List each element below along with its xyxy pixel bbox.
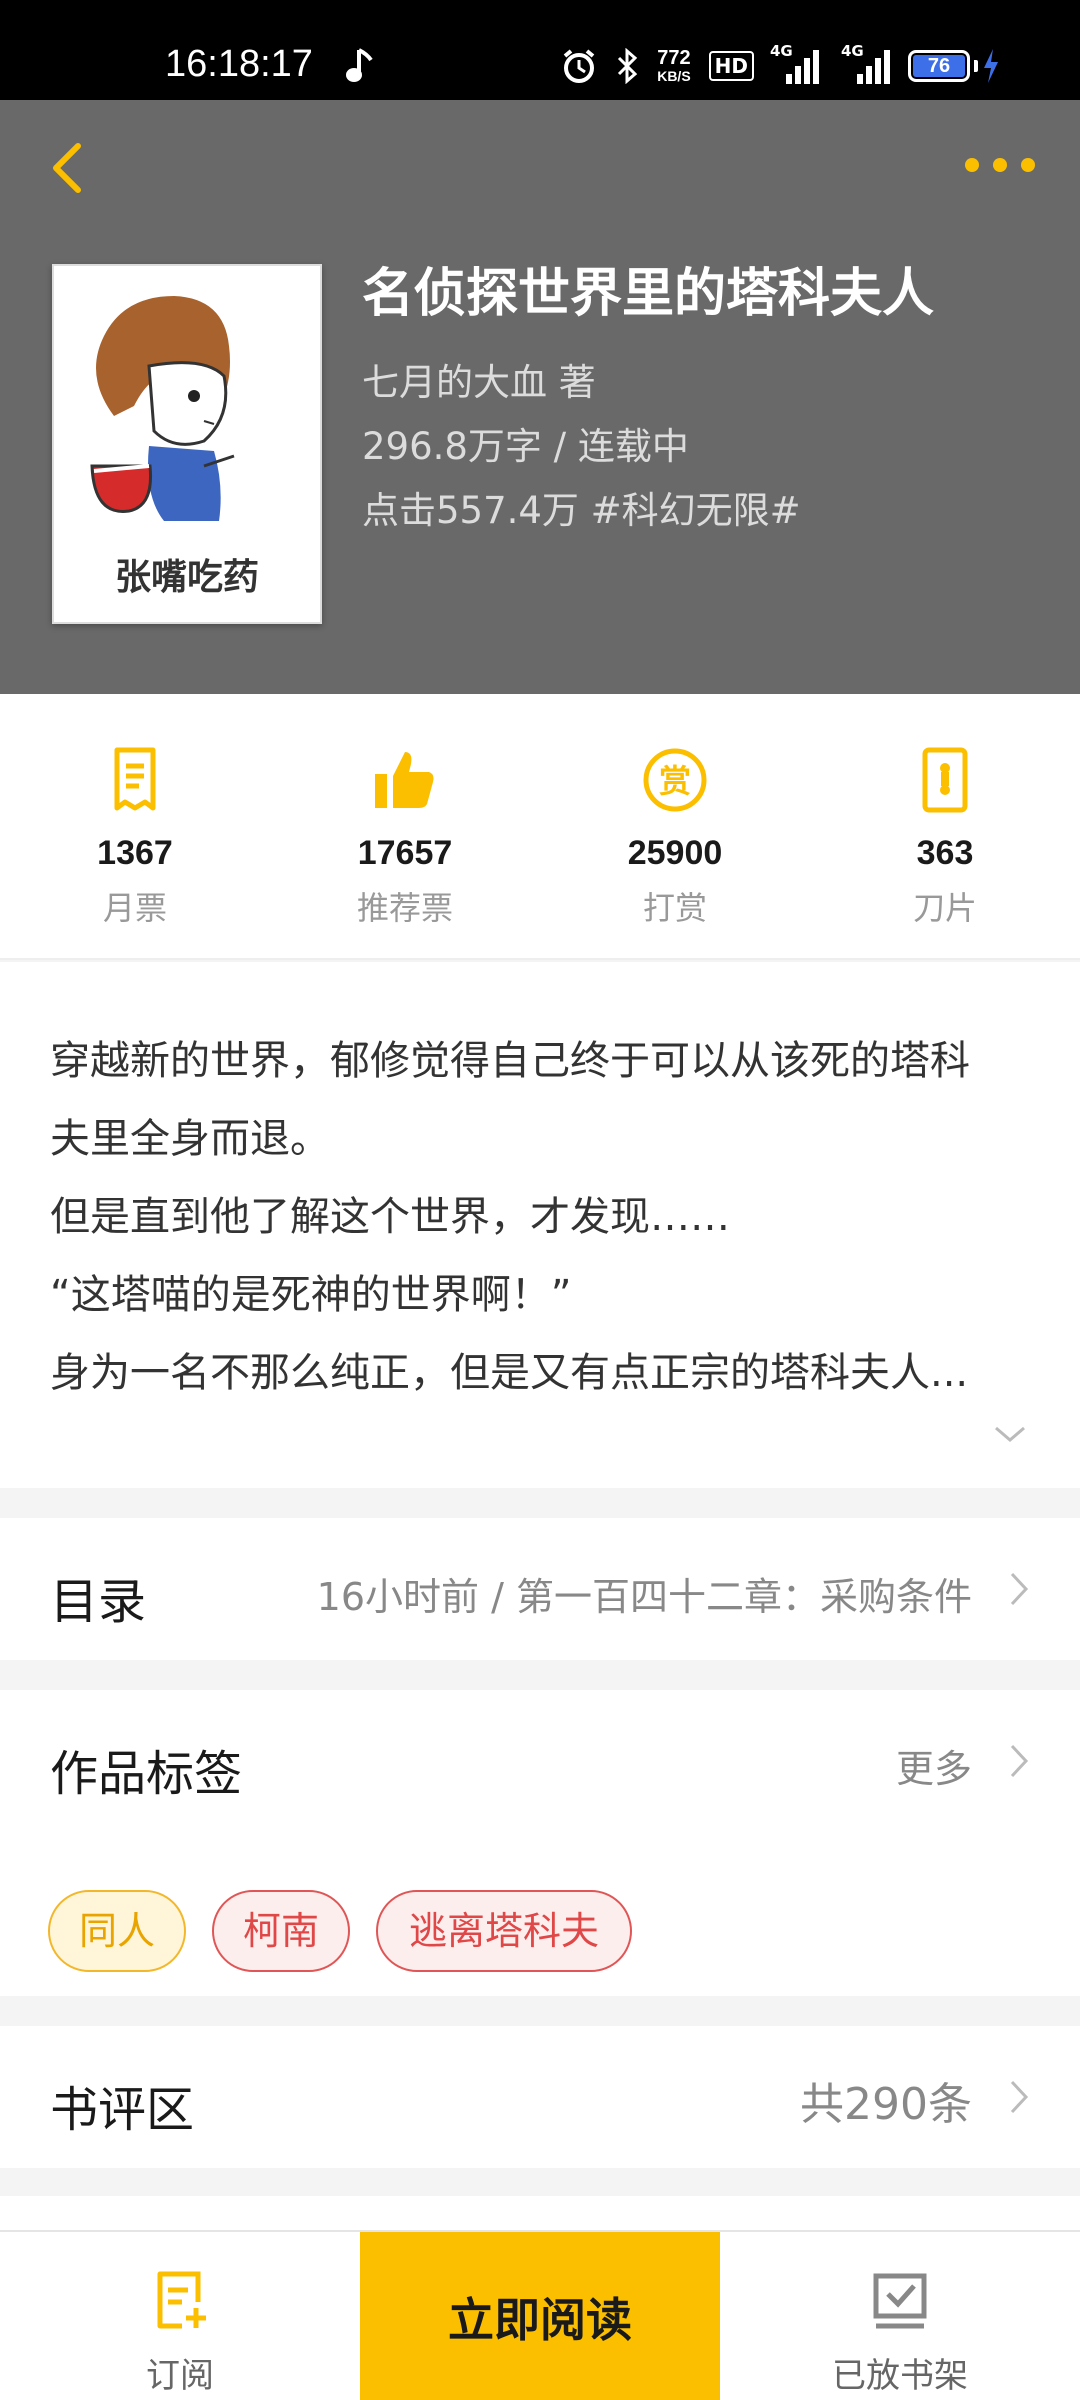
signal-label: 4G bbox=[770, 42, 793, 60]
signal-label: 4G bbox=[841, 42, 864, 60]
book-clicks-category: 点击557.4万 #科幻无限# bbox=[362, 489, 801, 532]
catalog-latest-chapter: 16小时前 / 第一百四十二章：采购条件 bbox=[316, 1575, 972, 1619]
cover-illustration bbox=[54, 266, 320, 526]
stat-value: 17657 bbox=[357, 834, 453, 872]
synopsis[interactable]: 穿越新的世界，郁修觉得自己终于可以从该死的塔科 夫里全身而退。 但是直到他了解这… bbox=[0, 962, 1080, 1488]
read-now-button[interactable]: 立即阅读 bbox=[360, 2232, 720, 2400]
subscribe-button[interactable]: 订阅 bbox=[0, 2232, 360, 2400]
book-author[interactable]: 七月的大血 著 bbox=[362, 358, 596, 408]
thumbs-up-icon bbox=[375, 752, 434, 808]
chevron-right-icon bbox=[1010, 1572, 1029, 1606]
book-header: 张嘴吃药 名侦探世界里的塔科夫人 七月的大血 著 296.8万字 / 连载中 点… bbox=[0, 100, 1080, 694]
reviews-row[interactable]: 书评区 共290条 bbox=[0, 2026, 1080, 2168]
svg-text:赏: 赏 bbox=[659, 762, 691, 800]
bottom-action-bar: 订阅 立即阅读 已放书架 bbox=[0, 2230, 1080, 2400]
stat-label: 刀片 bbox=[912, 889, 977, 927]
music-note-icon bbox=[346, 48, 373, 82]
bluetooth-icon bbox=[618, 48, 638, 84]
catalog-row[interactable]: 目录 16小时前 / 第一百四十二章：采购条件 bbox=[0, 1518, 1080, 1660]
synopsis-line: 身为一名不那么纯正，但是又有点正宗的塔科夫人... bbox=[50, 1350, 969, 1396]
chevron-right-icon bbox=[1010, 2080, 1029, 2114]
tags-section: 作品标签 更多 同人 柯南 逃离塔科夫 bbox=[0, 1690, 1080, 1996]
stat-reward[interactable]: 赏 25900 打赏 bbox=[540, 694, 810, 958]
book-cover[interactable]: 张嘴吃药 bbox=[52, 264, 322, 624]
reviews-count: 共290条 bbox=[800, 2079, 972, 2130]
stat-value: 25900 bbox=[627, 834, 723, 872]
signal-4g-icon: 4G bbox=[770, 42, 819, 84]
synopsis-line: 夫里全身而退。 bbox=[50, 1116, 330, 1162]
subscribe-label: 订阅 bbox=[146, 2356, 214, 2396]
tag-chip[interactable]: 柯南 bbox=[212, 1890, 350, 1972]
stats-row: 1367 月票 17657 推荐票 赏 25900 打赏 363 刀片 bbox=[0, 694, 1080, 960]
bookshelf-button[interactable]: 已放书架 bbox=[720, 2232, 1080, 2400]
stat-monthly-ticket[interactable]: 1367 月票 bbox=[0, 694, 270, 958]
stat-blade[interactable]: 363 刀片 bbox=[810, 694, 1080, 958]
status-bar: 16:18:17 772 KB/S HD 4G 4G 76 bbox=[0, 0, 1080, 100]
synopsis-line: “这塔喵的是死神的世界啊！” bbox=[50, 1272, 572, 1318]
battery-level: 76 bbox=[913, 55, 965, 77]
cover-caption: 张嘴吃药 bbox=[114, 557, 259, 598]
bookshelf-label: 已放书架 bbox=[832, 2356, 968, 2396]
synopsis-line: 但是直到他了解这个世界，才发现…… bbox=[50, 1194, 730, 1240]
network-speed-value: 772 bbox=[657, 47, 691, 69]
reward-icon: 赏 bbox=[643, 748, 707, 812]
reviews-title: 书评区 bbox=[50, 2082, 195, 2138]
bookshelf-check-icon bbox=[873, 2273, 927, 2329]
network-speed-unit: KB/S bbox=[657, 68, 691, 84]
stat-value: 1367 bbox=[97, 834, 173, 872]
tags-section-title: 作品标签 bbox=[50, 1746, 243, 1802]
stat-recommend[interactable]: 17657 推荐票 bbox=[270, 694, 540, 958]
tags-more-link[interactable]: 更多 bbox=[896, 1738, 972, 1793]
battery-icon: 76 bbox=[908, 49, 1000, 83]
stat-value: 363 bbox=[916, 834, 974, 872]
stat-label: 推荐票 bbox=[356, 889, 453, 927]
chevron-right-icon[interactable] bbox=[1008, 1742, 1030, 1780]
stat-label: 打赏 bbox=[642, 889, 707, 927]
status-time: 16:18:17 bbox=[165, 43, 313, 85]
catalog-title: 目录 bbox=[50, 1574, 147, 1630]
tag-chip[interactable]: 逃离塔科夫 bbox=[376, 1890, 632, 1972]
book-title: 名侦探世界里的塔科夫人 bbox=[362, 264, 935, 324]
network-speed: 772 KB/S bbox=[657, 48, 690, 84]
hd-badge: HD bbox=[708, 51, 754, 81]
tag-chip[interactable]: 同人 bbox=[48, 1890, 186, 1972]
signal-4g-icon: 4G bbox=[837, 42, 890, 84]
blade-icon bbox=[922, 747, 968, 813]
chevron-down-icon[interactable] bbox=[992, 1422, 1028, 1446]
synopsis-line: 穿越新的世界，郁修觉得自己终于可以从该死的塔科 bbox=[50, 1038, 970, 1084]
alarm-icon bbox=[563, 49, 595, 83]
book-word-count-status: 296.8万字 / 连载中 bbox=[362, 425, 689, 468]
more-options-icon[interactable] bbox=[960, 150, 1040, 180]
stat-label: 月票 bbox=[102, 889, 167, 927]
charging-icon bbox=[984, 49, 998, 83]
subscribe-icon bbox=[157, 2271, 206, 2329]
back-arrow-icon[interactable] bbox=[40, 138, 100, 198]
monthly-ticket-icon bbox=[114, 747, 156, 811]
